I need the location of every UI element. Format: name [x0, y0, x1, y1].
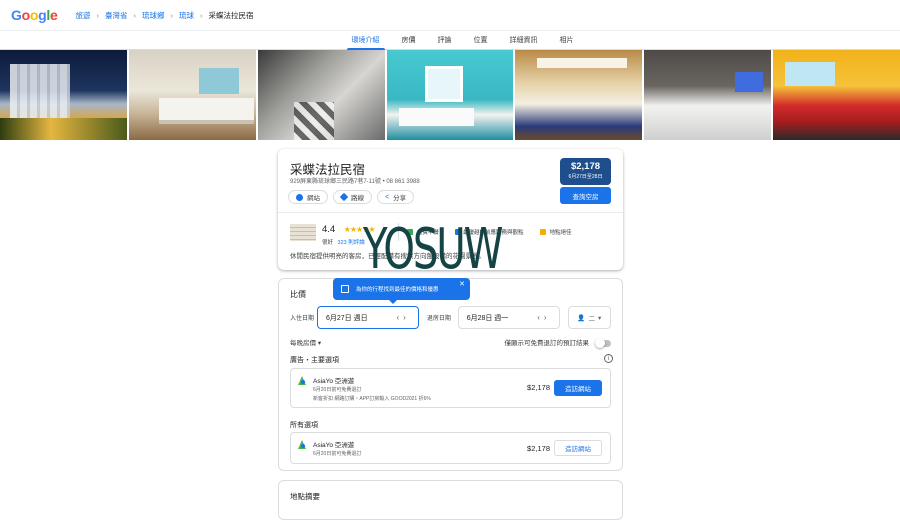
hotel-address: 929屏東縣琉球鄉三民路7巷7-11號 • 08 861 3988 — [290, 179, 420, 185]
breadcrumb: 旅遊 › 臺灣省 › 琉球鄉 › 琉球 › 采蝶法拉民宿 — [75, 10, 253, 21]
room-photo[interactable] — [386, 50, 514, 140]
calendar-icon — [341, 285, 349, 293]
offer-row: AsiaYo 亞洲遊 6月20日前可免費退訂 $2,178 造訪網站 — [290, 432, 611, 464]
tab-location[interactable]: 位置 — [463, 35, 499, 49]
website-label: 網站 — [307, 195, 320, 202]
chevron-right-icon: › — [170, 10, 173, 20]
price-amount: $2,178 — [570, 161, 601, 172]
lounge-photo[interactable] — [773, 50, 900, 140]
options-row: 每晚房價 ▾ 僅顯示可免費退訂的預訂結果 — [290, 337, 611, 349]
photo-strip — [0, 50, 900, 140]
checkin-value: 6月27日 週日 — [325, 314, 368, 322]
chevron-right-icon: › — [133, 10, 136, 20]
price-box[interactable]: $2,178 6月27日至28日 — [560, 158, 611, 185]
share-button[interactable]: < 分享 — [377, 190, 415, 204]
chevron-right-icon: › — [96, 10, 99, 20]
tab-details[interactable]: 詳細資訊 — [499, 35, 549, 49]
tooltip-text: 為你的行程找到最佳的價格和優惠 — [356, 287, 439, 293]
guests-selector[interactable]: 👤 二 ▾ — [567, 306, 611, 329]
breadcrumb-township[interactable]: 琉球鄉 — [142, 10, 165, 21]
globe-icon — [296, 193, 303, 201]
checkin-date-field[interactable]: 6月27日 週日 ‹› — [316, 306, 419, 329]
asiayo-logo-icon — [298, 440, 307, 449]
offer-cancel-note: 6月20日前可免費退訂 — [313, 387, 362, 393]
checkin-label: 入住日期 — [290, 316, 315, 322]
visit-site-button[interactable]: 造訪網站 — [554, 380, 602, 396]
offer-provider-name: AsiaYo 亞洲遊 — [313, 378, 355, 385]
tab-prices[interactable]: 房價 — [391, 35, 427, 49]
asiayo-logo-icon — [298, 376, 307, 385]
google-logo[interactable]: Google — [11, 7, 58, 23]
location-summary-section: 地點摘要 — [278, 480, 623, 520]
room-photo[interactable] — [128, 50, 256, 140]
offer-price: $2,178 — [527, 383, 550, 392]
reviews-link[interactable]: 323 則評論 — [338, 240, 365, 246]
nightly-price-dropdown[interactable]: 每晚房價 ▾ — [290, 337, 321, 347]
free-cancel-toggle[interactable] — [595, 338, 611, 349]
room-photo[interactable] — [644, 50, 772, 140]
amenity-label: 地點絕佳 — [549, 230, 572, 236]
price-dates: 6月27日至28日 — [568, 174, 603, 180]
offer-price: $2,178 — [527, 444, 550, 453]
offer-cancel-note: 6月20日前可免費退訂 — [313, 451, 362, 457]
offer-provider-name: AsiaYo 亞洲遊 — [313, 442, 355, 449]
chevron-down-icon: ▾ — [317, 340, 322, 347]
free-cancel-label: 僅顯示可免費退訂的預訂結果 — [504, 340, 590, 347]
checkout-date-field[interactable]: 6月28日 週一 ‹› — [457, 306, 560, 329]
tab-photos[interactable]: 相片 — [549, 35, 585, 49]
section-title: 比價 — [290, 290, 306, 299]
hotel-exterior-photo[interactable] — [0, 50, 127, 140]
info-icon[interactable]: i — [604, 354, 613, 363]
all-options-title: 所有選項 — [290, 422, 318, 429]
section-title: 地點摘要 — [290, 492, 320, 501]
free-cancel-filter: 僅顯示可免費退訂的預訂結果 — [504, 337, 611, 349]
checkout-label: 退房日期 — [426, 316, 451, 322]
person-icon: 👤 — [577, 314, 586, 322]
sponsored-offer: AsiaYo 亞洲遊 6月20日前可免費退訂 新客折扣 網路訂購・APP訂房輸入… — [290, 368, 611, 408]
breadcrumb-area[interactable]: 琉球 — [179, 10, 194, 21]
tab-overview[interactable]: 環境介紹 — [341, 35, 391, 50]
top-bar: Google 旅遊 › 臺灣省 › 琉球鄉 › 琉球 › 采蝶法拉民宿 — [0, 0, 900, 31]
breadcrumb-travel[interactable]: 旅遊 — [75, 10, 90, 21]
visit-site-button[interactable]: 造訪網站 — [554, 440, 602, 456]
breadcrumb-current: 采蝶法拉民宿 — [208, 10, 254, 20]
directions-button[interactable]: 路線 — [333, 190, 372, 204]
date-arrows-icon[interactable]: ‹› — [537, 313, 550, 322]
chevron-down-icon: ▾ — [597, 314, 602, 322]
hotel-thumbnail[interactable] — [290, 223, 316, 241]
guests-value: 二 — [588, 315, 595, 323]
bathroom-photo[interactable] — [257, 50, 385, 140]
date-row: 入住日期 6月27日 週日 ‹› 退房日期 6月28日 週一 ‹› 👤 二 ▾ — [290, 306, 611, 329]
divider — [278, 212, 623, 213]
section-tabs: 環境介紹 房價 評論 位置 詳細資訊 相片 — [0, 31, 900, 50]
chevron-right-icon: › — [199, 10, 203, 20]
check-availability-button[interactable]: 查詢空房 — [560, 187, 611, 204]
checkout-value: 6月28日 週一 — [466, 314, 509, 322]
watermark-text: YOSUW — [363, 217, 504, 282]
rating-score: 4.4 — [322, 223, 336, 235]
room-photo[interactable] — [515, 50, 643, 140]
ads-section-title: 廣告・主要選項 — [290, 357, 339, 364]
price-comparison-section: 比價 為你的行程找到最佳的價格和優惠 ✕ 入住日期 6月27日 週日 ‹› 退房… — [278, 278, 623, 471]
share-label: 分享 — [393, 195, 407, 202]
breadcrumb-province[interactable]: 臺灣省 — [105, 10, 128, 21]
tab-reviews[interactable]: 評論 — [427, 35, 463, 49]
hotel-actions: 網站 路線 < 分享 — [288, 190, 415, 204]
rating-word: 很好 — [322, 239, 334, 246]
offer-promo-note: 新客折扣 網路訂購・APP訂房輸入 GOOD2021 折6% — [313, 396, 431, 402]
share-icon: < — [385, 193, 390, 201]
directions-icon — [339, 192, 349, 202]
website-button[interactable]: 網站 — [288, 190, 328, 204]
amenity-location: 地點絕佳 — [539, 228, 572, 236]
directions-label: 路線 — [351, 195, 364, 202]
date-arrows-icon[interactable]: ‹› — [397, 313, 410, 322]
flag-icon — [539, 229, 546, 235]
nightly-price-label: 每晚房價 — [290, 340, 316, 347]
